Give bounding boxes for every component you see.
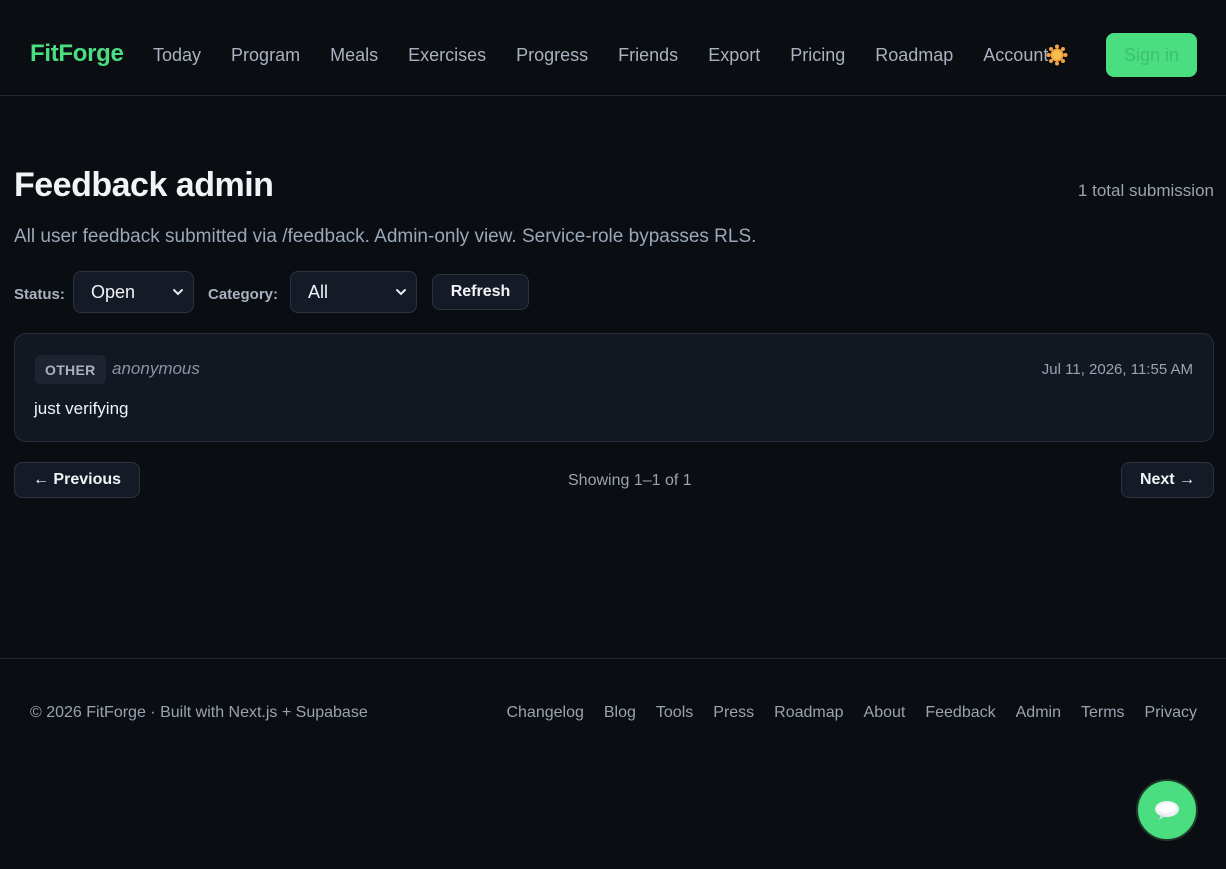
footer-link-terms[interactable]: Terms bbox=[1081, 704, 1125, 722]
nav-export[interactable]: Export bbox=[708, 45, 760, 66]
category-select[interactable]: All bbox=[290, 271, 417, 313]
sign-in-button[interactable]: Sign in bbox=[1106, 33, 1197, 77]
footer-link-admin[interactable]: Admin bbox=[1016, 704, 1061, 722]
main-nav: Today Program Meals Exercises Progress F… bbox=[153, 45, 1078, 66]
chevron-down-icon bbox=[173, 289, 183, 296]
chat-bubble-icon bbox=[1155, 801, 1179, 820]
brand-logo[interactable]: FitForge bbox=[30, 40, 124, 68]
theme-toggle-button[interactable] bbox=[1046, 44, 1068, 66]
feedback-author: anonymous bbox=[112, 359, 200, 378]
category-select-value: All bbox=[308, 281, 329, 302]
chevron-down-icon bbox=[396, 289, 406, 296]
footer-copyright: © 2026 FitForge · Built with Next.js + S… bbox=[30, 704, 368, 721]
footer-link-roadmap[interactable]: Roadmap bbox=[774, 704, 843, 722]
nav-friends[interactable]: Friends bbox=[618, 45, 678, 66]
footer-link-changelog[interactable]: Changelog bbox=[506, 704, 583, 722]
nav-progress[interactable]: Progress bbox=[516, 45, 588, 66]
status-filter-label: Status: bbox=[14, 286, 65, 303]
feedback-chat-button[interactable] bbox=[1136, 779, 1198, 841]
feedback-message: just verifying bbox=[34, 399, 129, 418]
nav-program[interactable]: Program bbox=[231, 45, 300, 66]
next-page-button[interactable]: Next → bbox=[1121, 462, 1214, 498]
page-subtitle: All user feedback submitted via /feedbac… bbox=[14, 226, 757, 247]
footer-link-tools[interactable]: Tools bbox=[656, 704, 693, 722]
footer-link-privacy[interactable]: Privacy bbox=[1145, 704, 1197, 722]
pagination-status: Showing 1–1 of 1 bbox=[568, 472, 692, 489]
footer-link-blog[interactable]: Blog bbox=[604, 704, 636, 722]
footer-link-about[interactable]: About bbox=[864, 704, 906, 722]
nav-account[interactable]: Account bbox=[983, 45, 1048, 66]
sun-icon bbox=[1046, 44, 1068, 66]
footer-link-feedback[interactable]: Feedback bbox=[925, 704, 995, 722]
footer-links: Changelog Blog Tools Press Roadmap About… bbox=[486, 704, 1197, 722]
refresh-button[interactable]: Refresh bbox=[432, 274, 529, 310]
previous-page-button[interactable]: ← Previous bbox=[14, 462, 140, 498]
total-submissions-count: 1 total submission bbox=[1077, 181, 1214, 200]
nav-roadmap[interactable]: Roadmap bbox=[875, 45, 953, 66]
top-navigation: FitForge Today Program Meals Exercises P… bbox=[0, 0, 1226, 96]
nav-exercises[interactable]: Exercises bbox=[408, 45, 486, 66]
category-filter-label: Category: bbox=[208, 286, 279, 303]
page-title: Feedback admin bbox=[14, 166, 274, 204]
nav-today[interactable]: Today bbox=[153, 45, 201, 66]
footer-link-press[interactable]: Press bbox=[713, 704, 754, 722]
category-badge: OTHER bbox=[35, 355, 106, 384]
feedback-card: OTHER anonymous Jul 11, 2026, 11:55 AM j… bbox=[14, 333, 1214, 442]
nav-pricing[interactable]: Pricing bbox=[790, 45, 845, 66]
site-footer: © 2026 FitForge · Built with Next.js + S… bbox=[0, 658, 1226, 869]
status-select-value: Open bbox=[91, 281, 136, 302]
status-select[interactable]: Open bbox=[73, 271, 194, 313]
nav-meals[interactable]: Meals bbox=[330, 45, 378, 66]
feedback-date: Jul 11, 2026, 11:55 AM bbox=[1041, 361, 1193, 378]
